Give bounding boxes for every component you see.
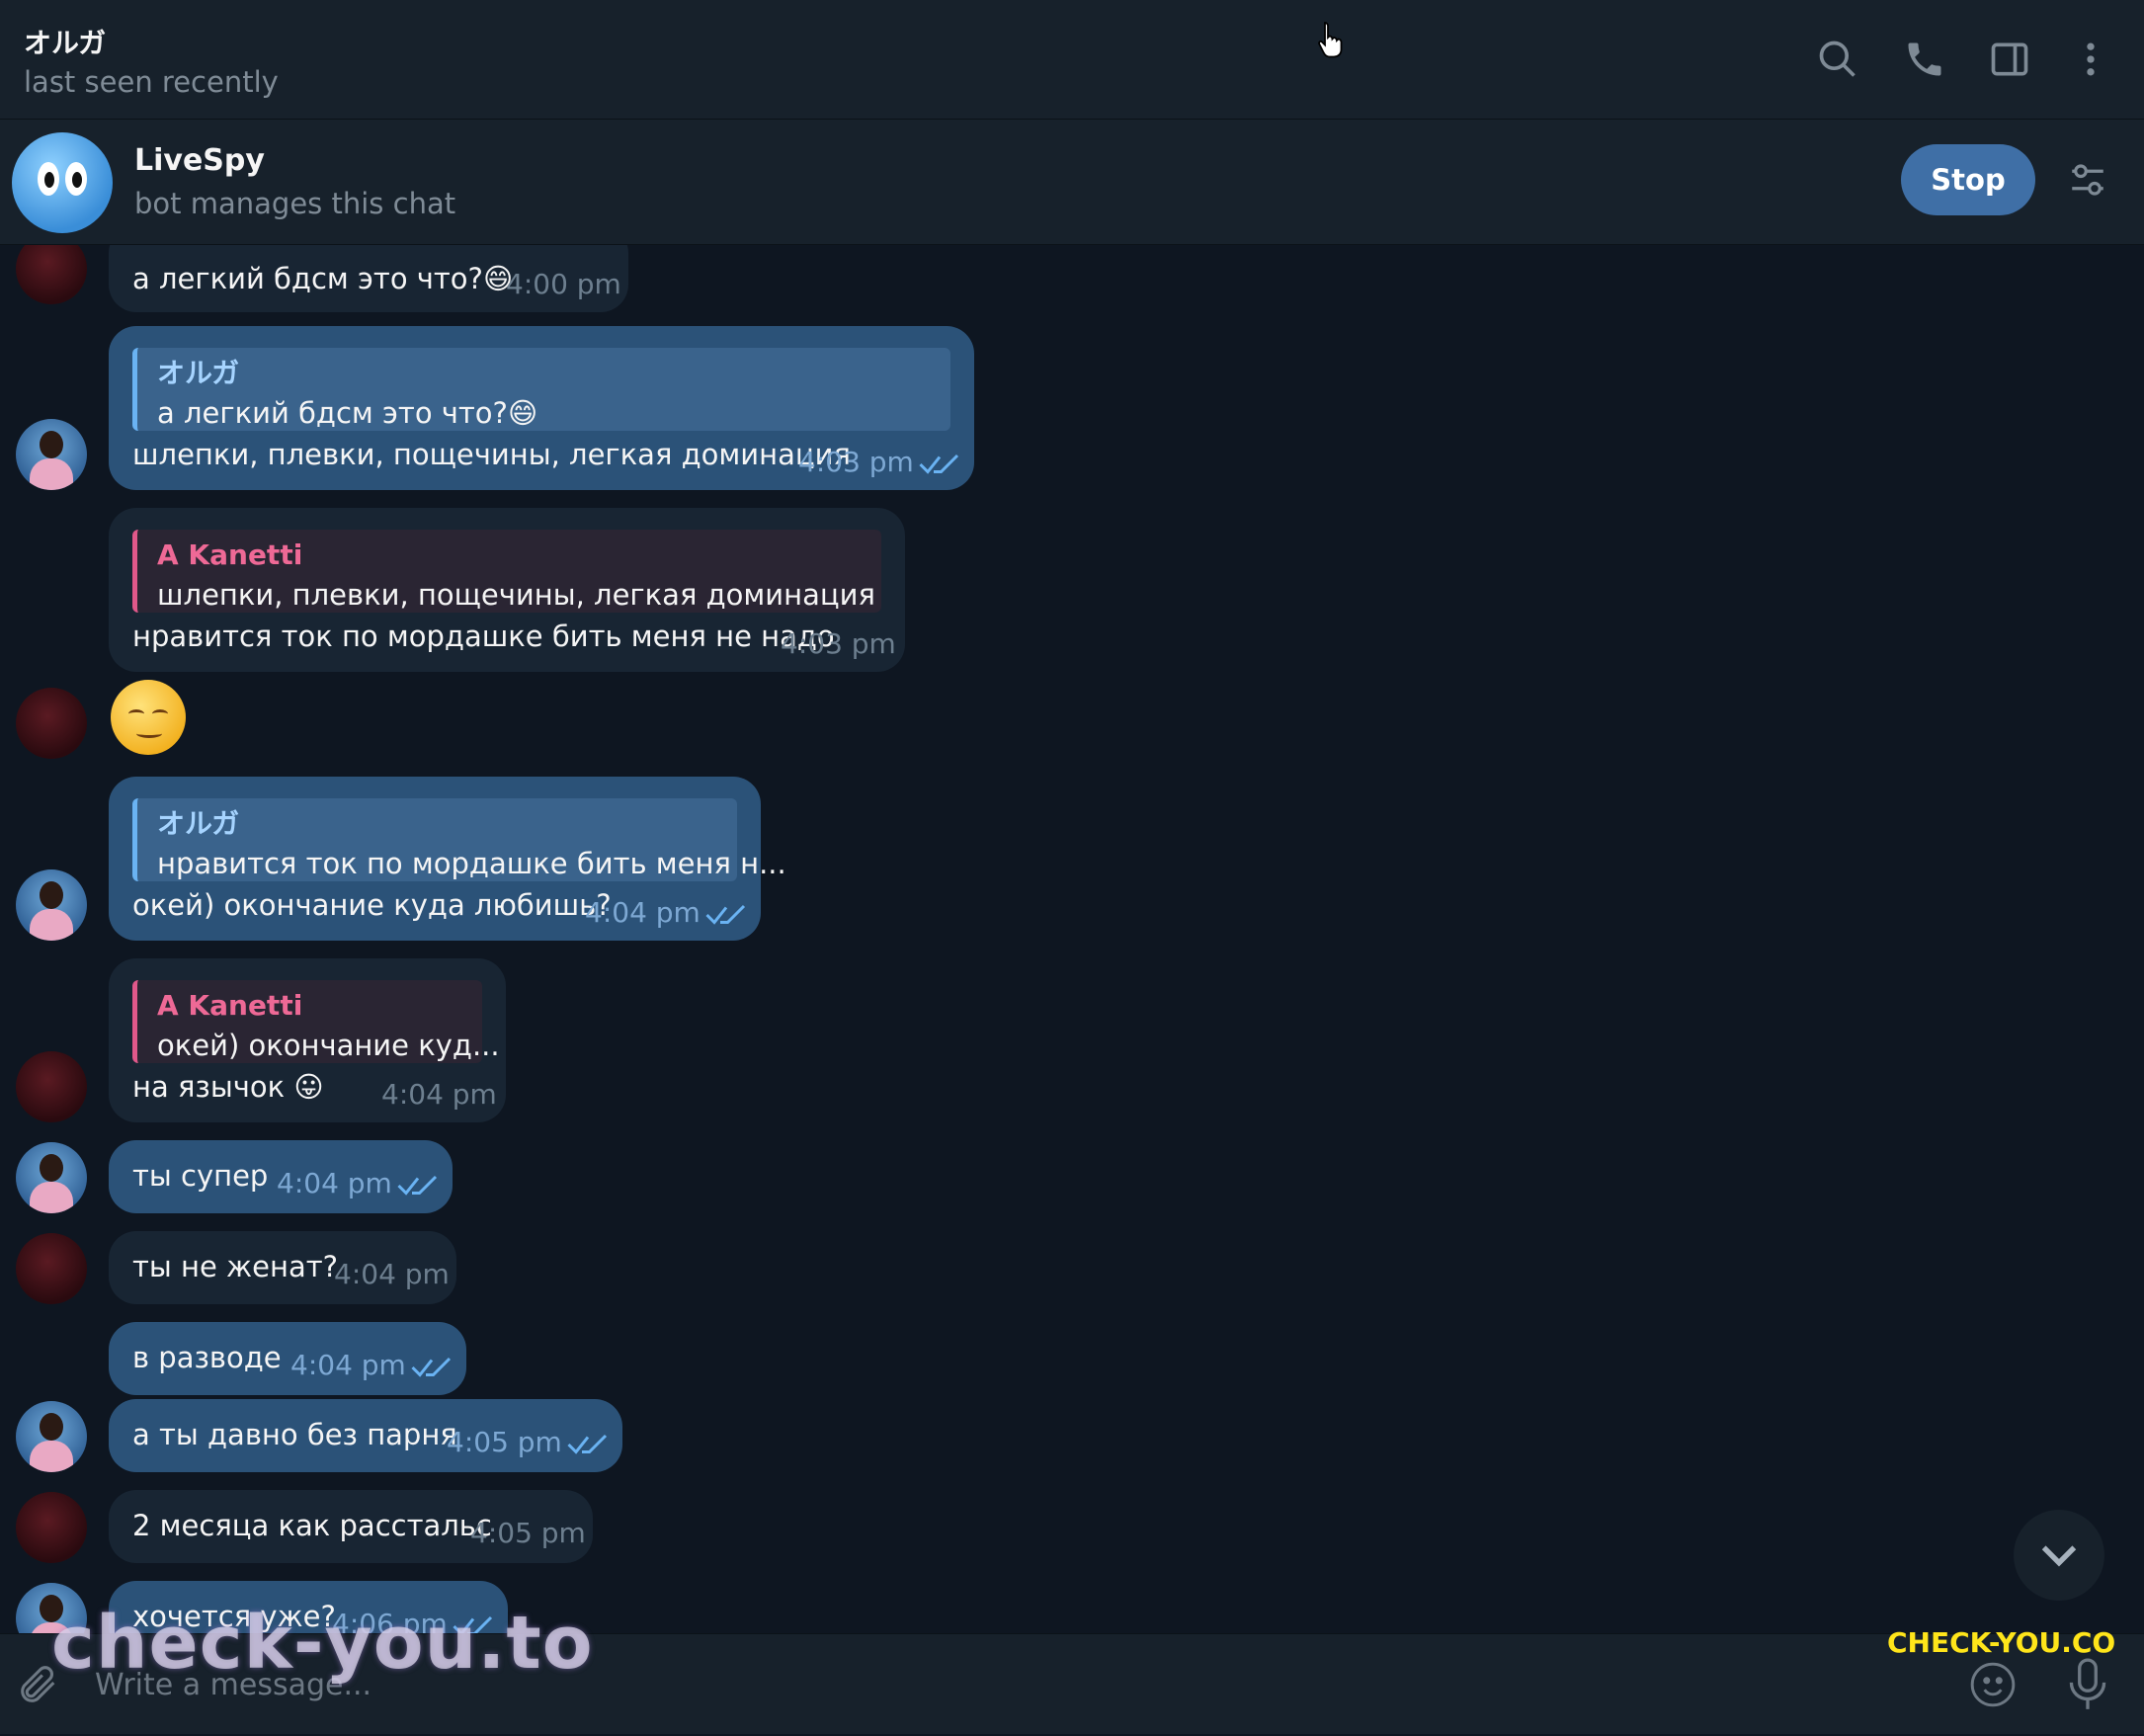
message-bubble[interactable]: ты супер 4:04 pm [109, 1140, 453, 1213]
contact-avatar[interactable] [16, 245, 87, 304]
relieved-face-emoji[interactable] [111, 680, 186, 755]
settings-sliders-icon[interactable] [2067, 159, 2108, 201]
reply-author: オルガ [157, 807, 240, 840]
reply-text: а легкий бдсм это что?😄 [157, 396, 538, 431]
bot-subtitle: bot manages this chat [134, 187, 456, 220]
message-text: шлепки, плевки, пощечины, легкая доминац… [132, 438, 851, 471]
phone-icon[interactable] [1903, 38, 1946, 81]
contact-avatar[interactable] [16, 1051, 87, 1122]
contact-avatar[interactable] [16, 1492, 87, 1563]
message-time: 4:05 pm [447, 1426, 562, 1458]
message-bubble[interactable]: а легкий бдсм это что?😄 4:00 pm [109, 245, 628, 312]
watermark-right: CHECK-YOU.CO [1887, 1626, 2116, 1659]
message-time: 4:00 pm [506, 268, 621, 300]
message-time: 4:04 pm [277, 1167, 392, 1199]
my-avatar[interactable] [16, 1142, 87, 1213]
message-bubble[interactable]: オルガ а легкий бдсм это что?😄 шлепки, плев… [109, 326, 974, 490]
message-text: а легкий бдсм это что?😄 [132, 262, 514, 295]
message-time: 4:04 pm [585, 896, 701, 929]
message-text: 2 месяца как расстальс [132, 1509, 492, 1542]
reply-author: A Kanetti [157, 989, 303, 1022]
message-time: 4:03 pm [781, 627, 896, 660]
message-bubble[interactable]: 2 месяца как расстальс 4:05 pm [109, 1490, 593, 1563]
reply-quote[interactable]: オルガ а легкий бдсм это что?😄 [132, 348, 950, 431]
contact-avatar[interactable] [16, 688, 87, 759]
message-time: 4:04 pm [290, 1349, 406, 1381]
reply-quote[interactable]: A Kanetti окей) окончание куд... [132, 980, 500, 1063]
read-checkmarks-icon [411, 1352, 453, 1377]
message-bubble[interactable]: в разводе 4:04 pm [109, 1322, 466, 1395]
watermark-left: check-you.to [51, 1601, 594, 1686]
reply-text: окей) окончание куд... [157, 1029, 500, 1063]
bot-name[interactable]: LiveSpy [134, 143, 265, 178]
my-avatar[interactable] [16, 869, 87, 941]
message-bubble[interactable]: A Kanetti окей) окончание куд... на языч… [109, 958, 506, 1122]
reply-text: шлепки, плевки, пощечины, легкая доминац… [157, 578, 875, 613]
message-text: ты не женат? [132, 1250, 339, 1283]
emoji-icon[interactable] [1968, 1660, 2018, 1709]
mouse-cursor-icon [1316, 20, 1346, 59]
sidebar-toggle-icon[interactable] [1988, 38, 2031, 81]
message-time: 4:04 pm [334, 1258, 450, 1290]
more-vertical-icon[interactable] [2069, 38, 2112, 81]
message-text: нравится ток по мордашке бить меня не на… [132, 620, 835, 653]
chat-title[interactable]: オルガ [24, 22, 106, 61]
my-avatar[interactable] [16, 419, 87, 490]
message-text: а ты давно без парня [132, 1418, 457, 1451]
message-bubble[interactable]: A Kanetti шлепки, плевки, пощечины, легк… [109, 508, 905, 672]
contact-avatar[interactable] [16, 1233, 87, 1304]
read-checkmarks-icon [397, 1170, 439, 1196]
message-bubble[interactable]: ты не женат? 4:04 pm [109, 1231, 456, 1304]
reply-text: нравится ток по мордашке бить меня н... [157, 847, 786, 881]
read-checkmarks-icon [567, 1429, 609, 1454]
reply-author: A Kanetti [157, 538, 303, 571]
message-text: в разводе [132, 1341, 282, 1374]
message-time: 4:03 pm [798, 446, 914, 478]
message-time: 4:05 pm [470, 1517, 586, 1549]
message-time: 4:04 pm [381, 1078, 497, 1111]
read-checkmarks-icon [919, 449, 960, 474]
message-text: окей) окончание куда любишь? [132, 888, 612, 922]
reply-quote[interactable]: オルガ нравится ток по мордашке бить меня н… [132, 798, 786, 881]
message-list[interactable]: а легкий бдсм это что?😄 4:00 pm オルガ а ле… [0, 245, 2144, 1633]
scroll-down-button[interactable] [2014, 1510, 2104, 1601]
message-text: на язычок 😛 [132, 1070, 324, 1104]
reply-author: オルガ [157, 357, 240, 389]
read-checkmarks-icon [705, 899, 747, 925]
message-bubble[interactable]: а ты давно без парня 4:05 pm [109, 1399, 622, 1472]
chat-status: last seen recently [24, 65, 279, 99]
bot-manage-bar: LiveSpy bot manages this chat Stop [0, 120, 2144, 245]
search-icon[interactable] [1816, 38, 1859, 81]
message-bubble[interactable]: オルガ нравится ток по мордашке бить меня н… [109, 777, 786, 941]
message-text: ты супер [132, 1159, 269, 1193]
reply-quote[interactable]: A Kanetti шлепки, плевки, пощечины, легк… [132, 530, 881, 613]
bot-avatar[interactable] [12, 132, 113, 233]
stop-button[interactable]: Stop [1901, 144, 2035, 215]
chat-header: オルガ last seen recently [0, 0, 2144, 120]
microphone-icon[interactable] [2065, 1656, 2110, 1713]
my-avatar[interactable] [16, 1401, 87, 1472]
